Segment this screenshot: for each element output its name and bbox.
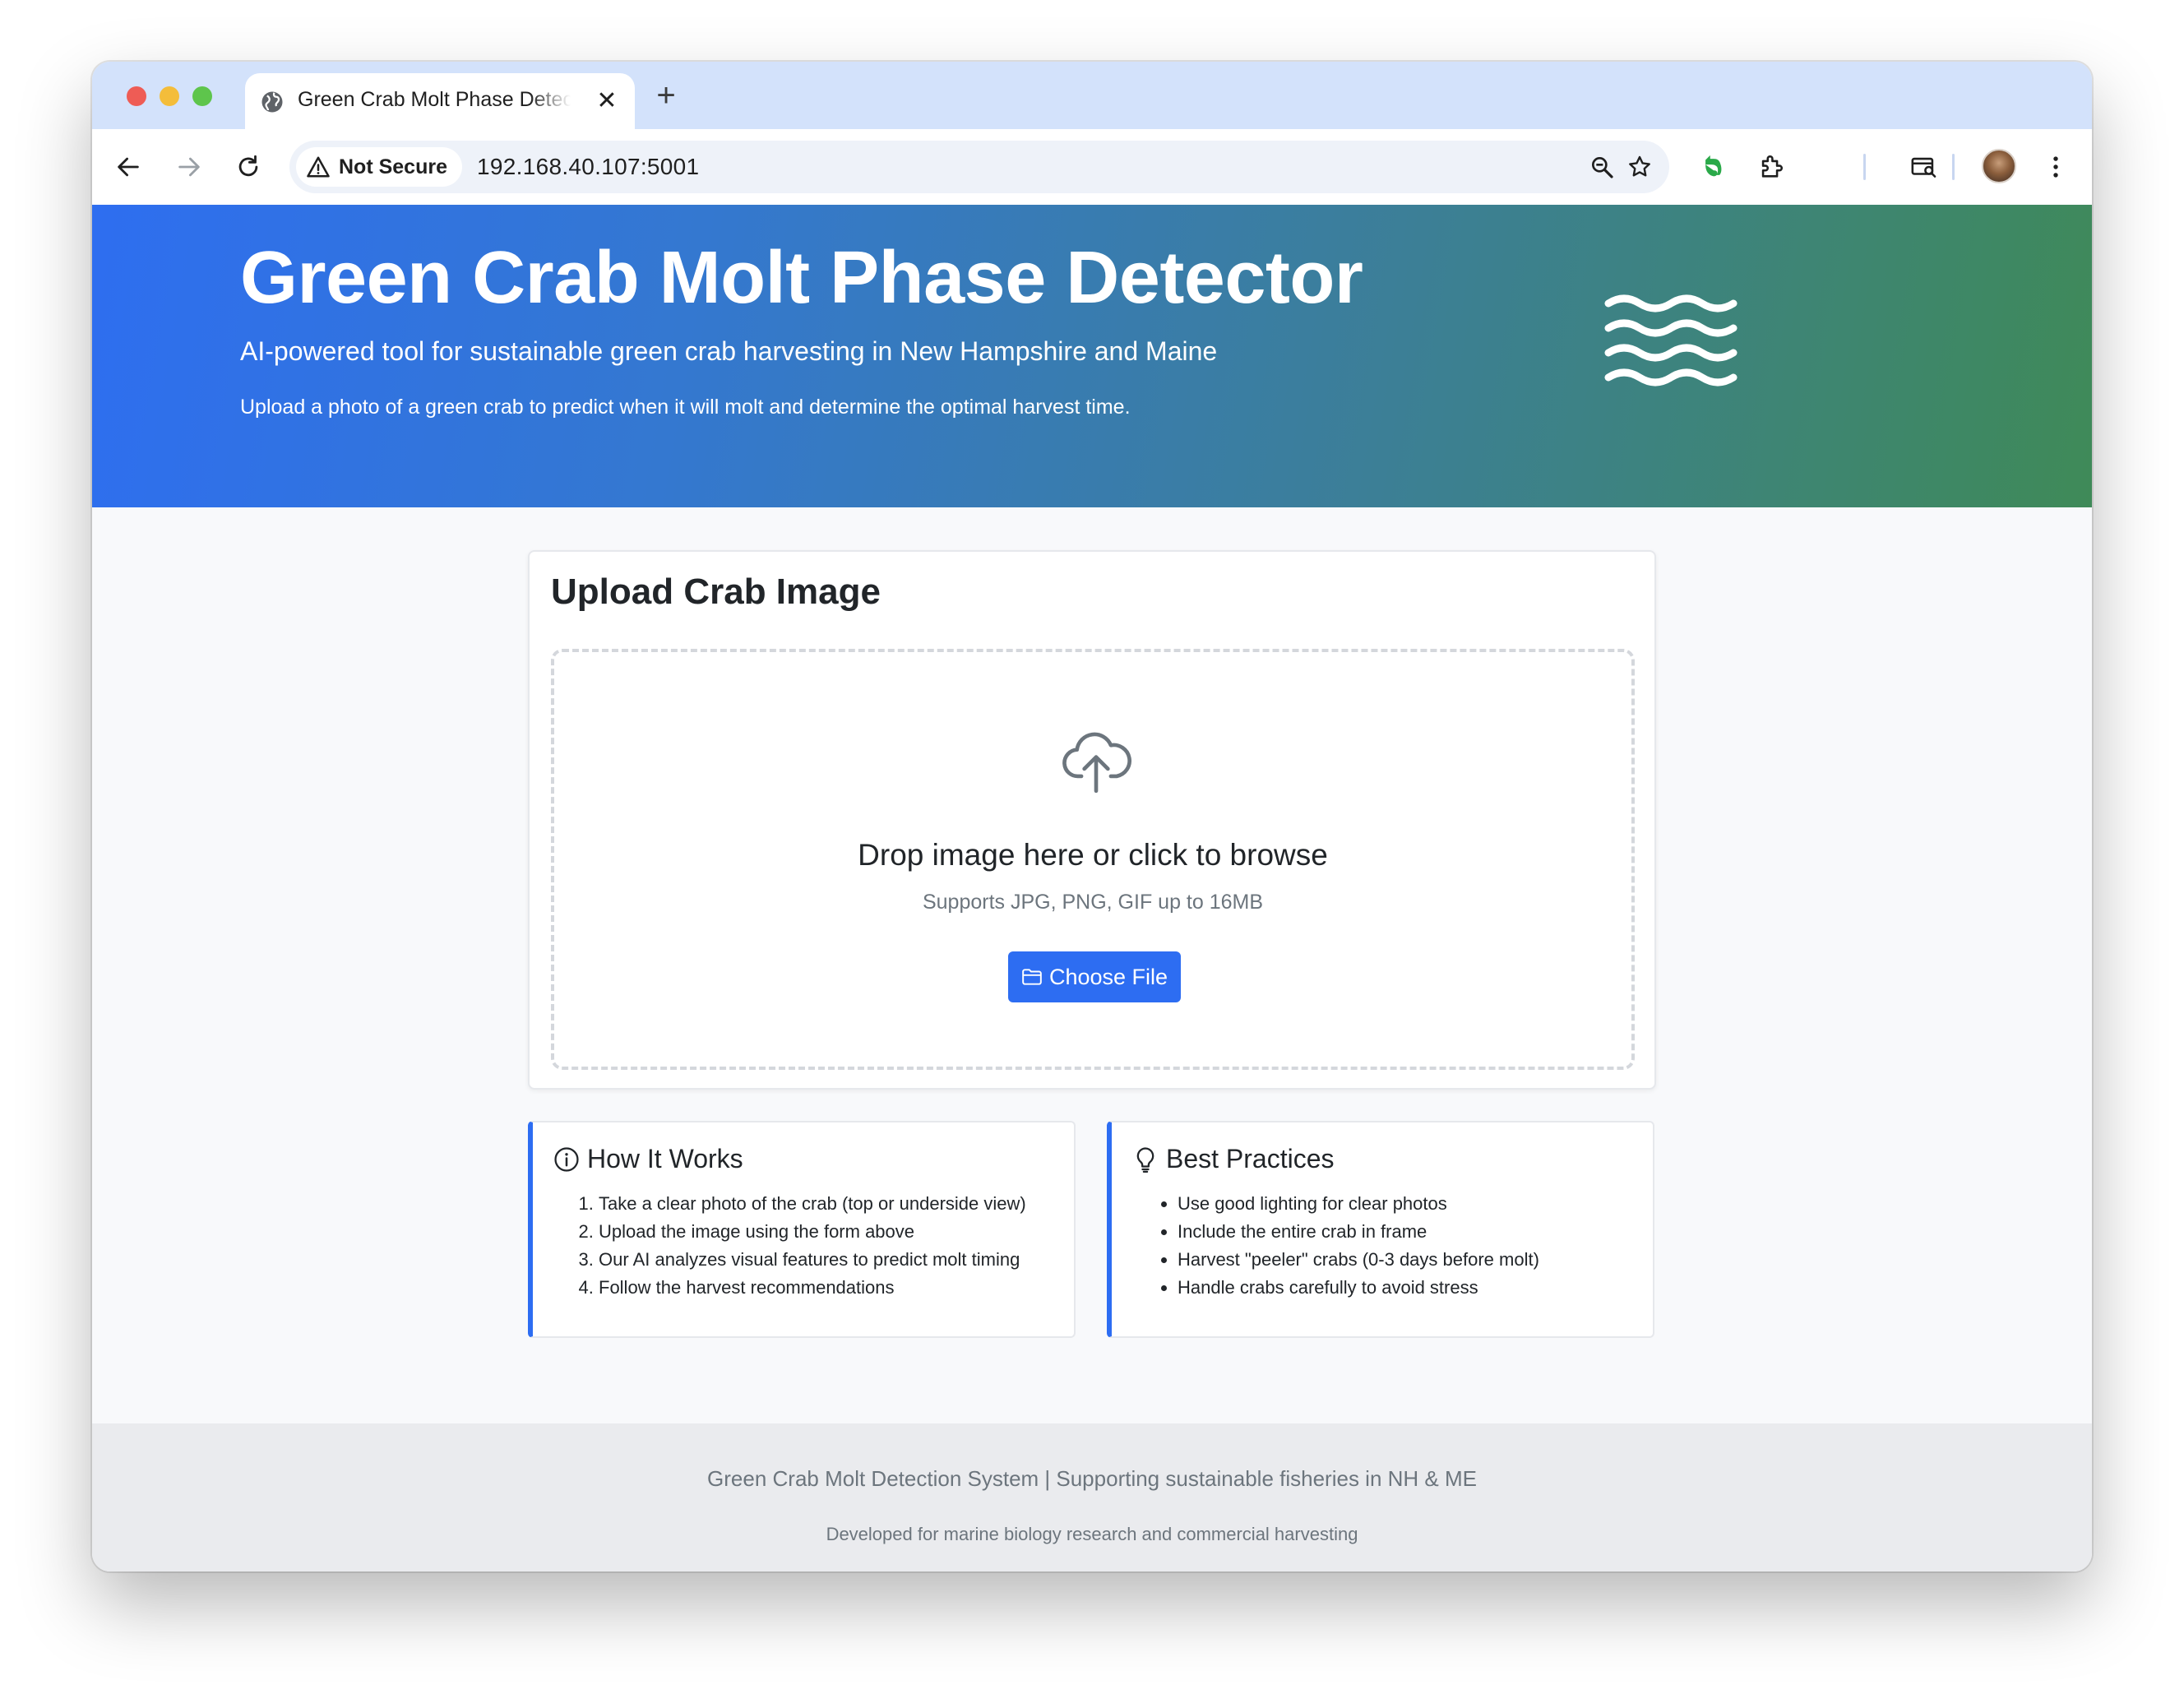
hero-subtitle: AI-powered tool for sustainable green cr… <box>240 336 1218 366</box>
list-item: Our AI analyzes visual features to predi… <box>599 1246 1026 1274</box>
footer-main-text: Green Crab Molt Detection System | Suppo… <box>707 1466 1477 1491</box>
how-it-works-title: How It Works <box>587 1144 743 1173</box>
lightbulb-icon <box>1136 1146 1154 1173</box>
image-dropzone[interactable]: Drop image here or click to browse Suppo… <box>551 649 1635 1070</box>
new-tab-button[interactable]: + <box>648 78 684 114</box>
bookmark-star-icon[interactable] <box>1625 152 1654 182</box>
best-practices-list: Use good lighting for clear photos Inclu… <box>1158 1190 1539 1302</box>
upload-card: Upload Crab Image Drop image here or cli… <box>528 550 1656 1090</box>
page-content: Green Crab Molt Phase Detector AI-powere… <box>92 205 2092 1571</box>
list-item: Follow the harvest recommendations <box>599 1274 1026 1302</box>
tab-active[interactable]: Green Crab Molt Phase Detector ✕ <box>245 73 635 129</box>
info-circle-icon <box>554 1146 579 1172</box>
zoom-icon[interactable] <box>1587 152 1617 182</box>
url-text[interactable]: 192.168.40.107:5001 <box>477 154 699 180</box>
best-practices-title: Best Practices <box>1166 1144 1335 1173</box>
evernote-extension-icon[interactable] <box>1696 149 1732 185</box>
list-item: Harvest "peeler" crabs (0-3 days before … <box>1178 1246 1539 1274</box>
profile-avatar[interactable] <box>1982 149 2016 183</box>
cloud-upload-icon <box>1062 732 1131 794</box>
best-practices-card: Best Practices Use good lighting for cle… <box>1107 1121 1654 1338</box>
security-chip[interactable]: Not Secure <box>296 147 462 187</box>
waves-icon <box>1604 294 1737 386</box>
maximize-window-button[interactable] <box>192 86 212 106</box>
list-item: Upload the image using the form above <box>599 1218 1026 1246</box>
extensions-puzzle-icon[interactable] <box>1753 149 1789 185</box>
tab-title: Green Crab Molt Phase Detector <box>298 88 571 111</box>
hero-banner: Green Crab Molt Phase Detector AI-powere… <box>92 205 2092 507</box>
hero-description: Upload a photo of a green crab to predic… <box>240 396 1131 419</box>
upload-card-title: Upload Crab Image <box>551 572 881 612</box>
close-window-button[interactable] <box>127 86 146 106</box>
browser-toolbar: Not Secure 192.168.40.107:5001 <box>92 129 2092 205</box>
choose-file-label: Choose File <box>1048 964 1168 989</box>
best-practices-heading: Best Practices <box>1131 1144 1335 1174</box>
dropzone-hint: Supports JPG, PNG, GIF up to 16MB <box>922 891 1264 914</box>
choose-file-button[interactable]: Choose File <box>1008 951 1181 1002</box>
page-title: Green Crab Molt Phase Detector <box>240 237 1363 319</box>
globe-icon <box>260 90 285 114</box>
tab-search-icon[interactable] <box>1906 149 1942 185</box>
folder-icon <box>1022 969 1042 985</box>
toolbar-separator <box>1863 154 1866 180</box>
dropzone-title: Drop image here or click to browse <box>858 838 1328 872</box>
list-item: Use good lighting for clear photos <box>1178 1190 1539 1218</box>
address-bar[interactable]: Not Secure 192.168.40.107:5001 <box>289 141 1669 193</box>
how-it-works-heading: How It Works <box>553 1144 743 1174</box>
kebab-menu-icon[interactable] <box>2038 149 2074 185</box>
back-arrow-icon[interactable] <box>110 149 146 185</box>
list-item: Handle crabs carefully to avoid stress <box>1178 1274 1539 1302</box>
how-it-works-steps: Take a clear photo of the crab (top or u… <box>579 1190 1026 1302</box>
tab-strip: Green Crab Molt Phase Detector ✕ + <box>92 62 2092 129</box>
list-item: Take a clear photo of the crab (top or u… <box>599 1190 1026 1218</box>
list-item: Include the entire crab in frame <box>1178 1218 1539 1246</box>
toolbar-separator <box>1952 154 1955 180</box>
tab-close-icon[interactable]: ✕ <box>594 88 620 114</box>
reload-icon[interactable] <box>230 149 266 185</box>
warning-triangle-icon <box>307 156 330 178</box>
how-it-works-card: How It Works Take a clear photo of the c… <box>528 1121 1076 1338</box>
page-footer: Green Crab Molt Detection System | Suppo… <box>92 1423 2092 1571</box>
footer-sub-text: Developed for marine biology research an… <box>826 1524 1358 1544</box>
forward-arrow-icon[interactable] <box>171 149 207 185</box>
browser-window: Green Crab Molt Phase Detector ✕ + Not S… <box>92 62 2092 1571</box>
minimize-window-button[interactable] <box>160 86 179 106</box>
security-label: Not Secure <box>339 155 447 178</box>
